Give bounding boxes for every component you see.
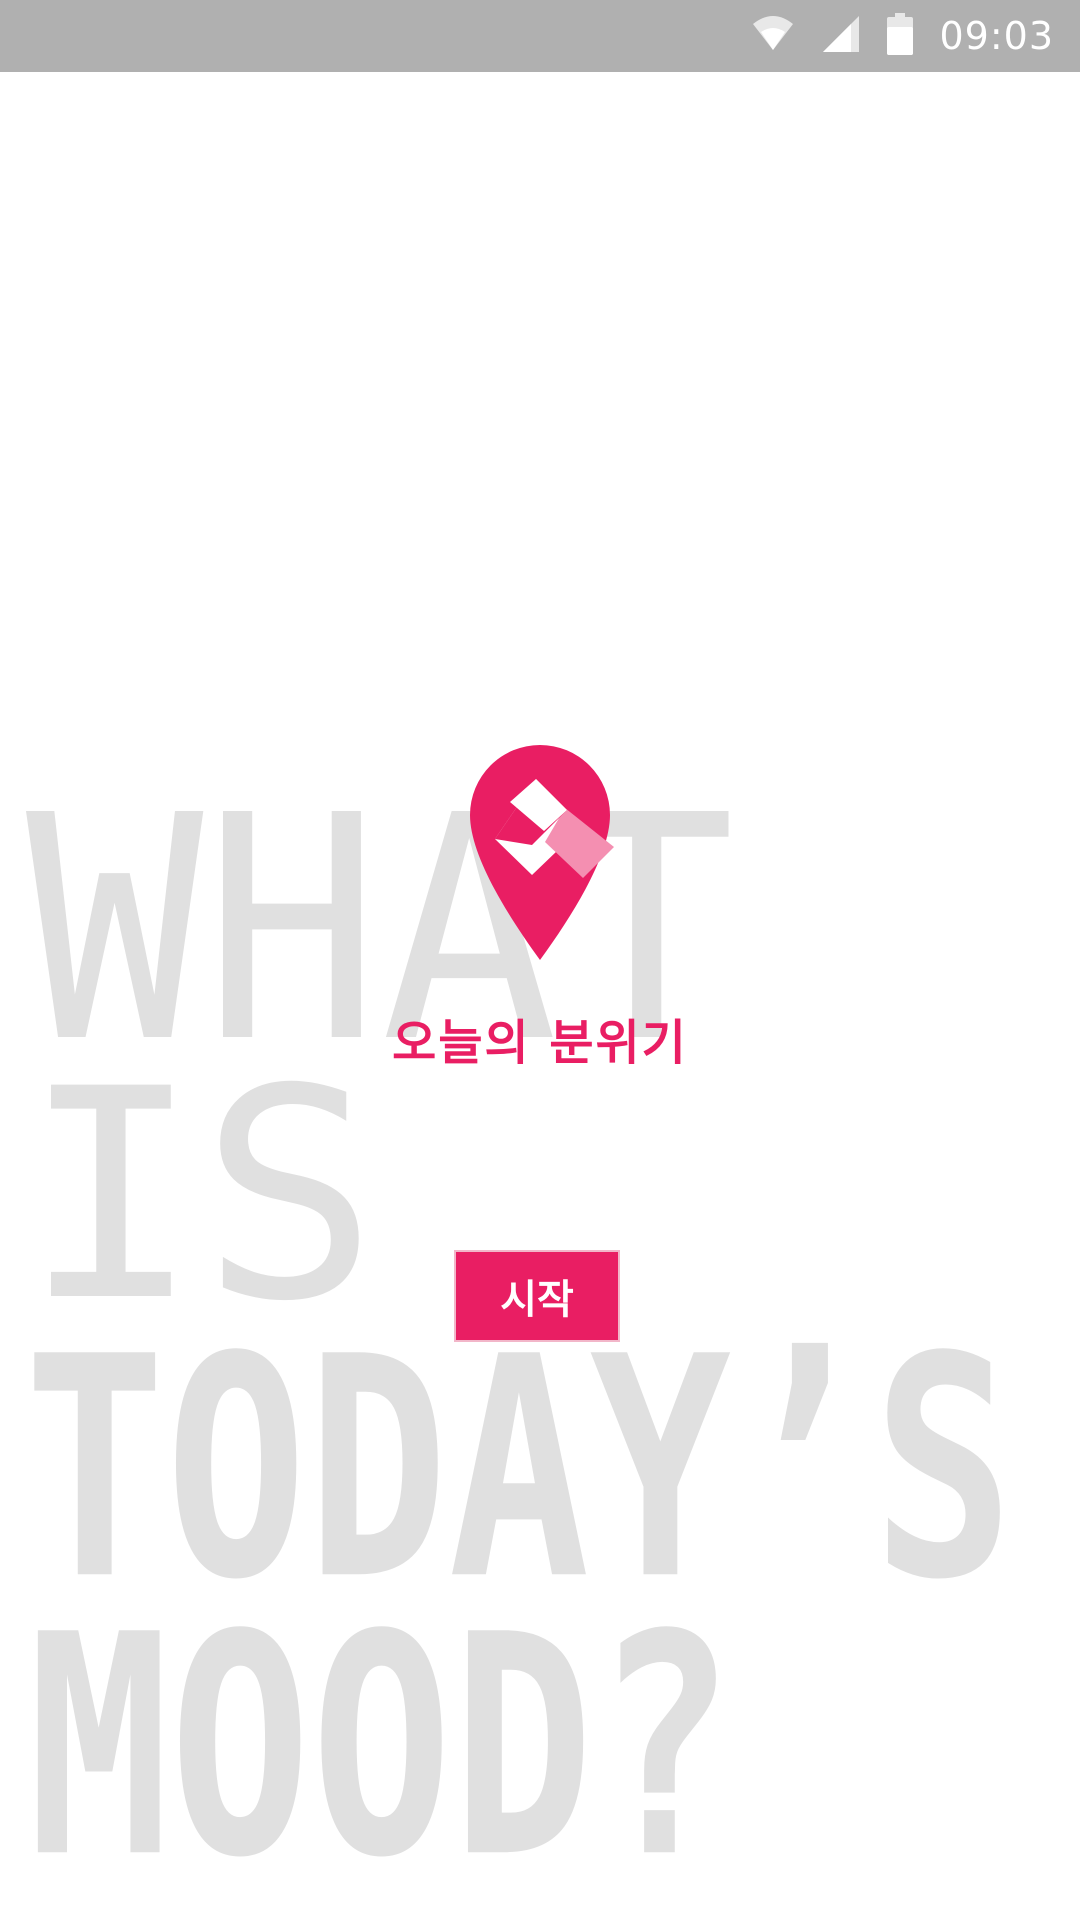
start-button[interactable]: 시작 [454,1250,620,1342]
background-text-mood: MOOD? [28,1570,736,1925]
wifi-icon [751,14,795,58]
status-bar: 09:03 [0,0,1080,72]
signal-icon [821,14,861,58]
status-time: 09:03 [939,14,1054,58]
start-button-label: 시작 [500,1277,574,1323]
status-icons: 09:03 [751,0,1054,72]
app-title: 오늘의 분위기 [392,1015,688,1071]
battery-icon [887,13,914,59]
location-pin-icon [460,736,620,960]
